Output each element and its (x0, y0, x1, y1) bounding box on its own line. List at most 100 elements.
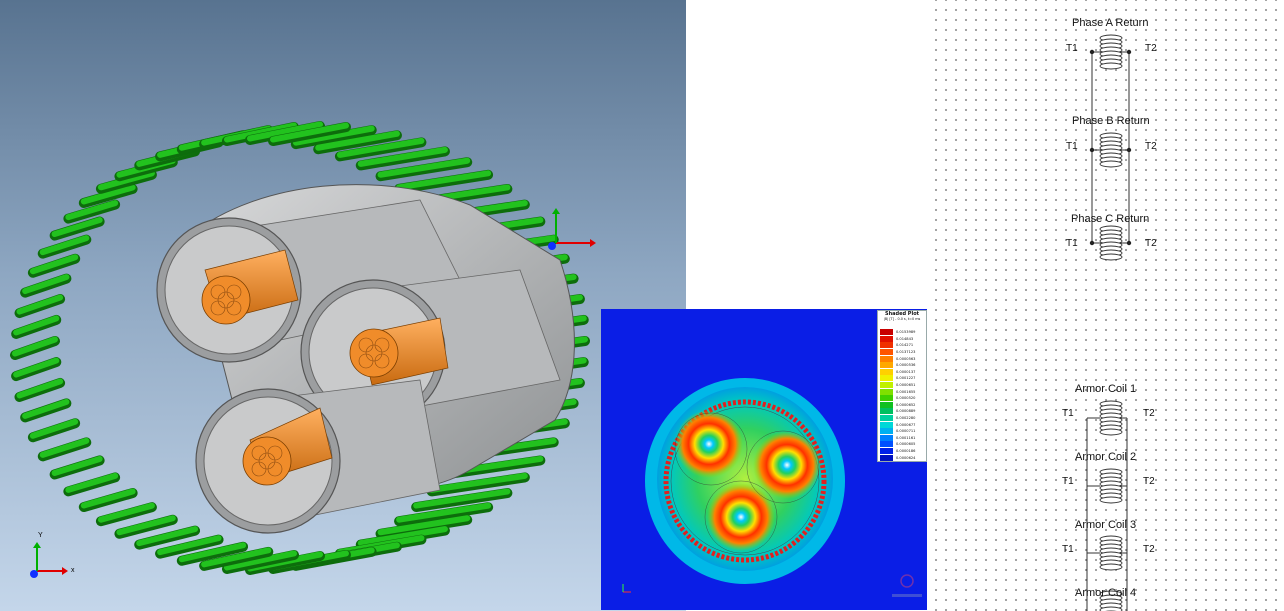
legend-swatch (880, 415, 893, 422)
legend-scale: 0.0153989 0.014843 0.014271 0.0137123 0.0000… (880, 329, 926, 461)
software-logo-icon (892, 574, 922, 597)
legend-entry: 0.0000624 (880, 454, 926, 461)
legend-entry: 0.0000186 (880, 447, 926, 455)
legend-value: 0.0000536 (896, 363, 916, 368)
armor-coil-1-t1-label: T1 (1062, 408, 1074, 419)
legend-value: 0.0000186 (896, 448, 916, 453)
legend-swatch (880, 408, 893, 415)
legend-entry: 0.0001227 (880, 375, 926, 382)
legend-entry: 0.0000520 (880, 395, 926, 402)
legend-swatch (880, 447, 893, 454)
field-shaded-plot[interactable]: Shaded Plot |B| [T] - 0.0 s, t=0 ms 0.01… (601, 309, 927, 610)
coil-turn (1099, 606, 1123, 611)
coil-turn (1099, 563, 1123, 571)
legend-swatch (880, 355, 893, 362)
legend-entry: 0.014843 (880, 335, 926, 343)
legend-entry: 0.0153989 (880, 329, 926, 336)
legend-swatch (880, 388, 893, 395)
coil-turn (1099, 62, 1123, 70)
legend-value: 0.0001655 (896, 389, 916, 394)
legend-swatch (880, 428, 893, 435)
legend-swatch (880, 362, 893, 369)
legend-value: 0.0000651 (896, 383, 916, 388)
plot-triad-icon (622, 584, 631, 593)
legend-value: 0.0000624 (896, 455, 916, 460)
axis-triad-icon (30, 542, 68, 578)
phase-a-return-label: Phase A Return (1072, 17, 1149, 29)
coil-icon[interactable] (1099, 400, 1123, 436)
legend-entry: 0.0000536 (880, 362, 926, 369)
legend-entry: 0.0000605 (880, 441, 926, 448)
legend-entry: 0.0000889 (880, 408, 926, 415)
legend-value: 0.0000652 (896, 402, 916, 407)
legend-value: 0.0000711 (896, 429, 916, 434)
armor-coil-2-t1-label: T1 (1062, 476, 1074, 487)
armor-coil-3-label: Armor Coil 3 (1075, 519, 1137, 531)
armor-coil-1-label: Armor Coil 1 (1075, 383, 1137, 395)
phase-a-t2-label: T2 (1145, 43, 1157, 54)
coil-icon[interactable] (1099, 468, 1123, 504)
legend-swatch (880, 421, 893, 428)
legend-value: 0.0000605 (896, 442, 916, 447)
coil-icon[interactable] (1099, 132, 1123, 168)
legend-swatch (880, 335, 893, 342)
legend-swatch (880, 329, 893, 336)
legend-entry: 0.0137123 (880, 349, 926, 356)
legend-entry: 0.0000651 (880, 382, 926, 389)
legend-value: 0.014843 (896, 336, 914, 341)
plot-legend: Shaded Plot |B| [T] - 0.0 s, t=0 ms 0.01… (877, 310, 927, 462)
phase-c-hotspot (707, 483, 775, 551)
legend-swatch (880, 349, 893, 356)
legend-swatch (880, 434, 893, 441)
legend-swatch (880, 441, 893, 448)
legend-swatch (880, 395, 893, 402)
legend-value: 0.0000563 (896, 356, 916, 361)
armor-coil-2-t2-label: T2 (1143, 476, 1155, 487)
legend-swatch (880, 342, 893, 349)
phase-c-t1-label: T1 (1066, 238, 1078, 249)
phase-b-t2-label: T2 (1145, 141, 1157, 152)
legend-entry: 0.0000563 (880, 355, 926, 362)
phase-b-t1-label: T1 (1066, 141, 1078, 152)
legend-value: 0.0137123 (896, 350, 916, 355)
legend-entry: 0.0000677 (880, 421, 926, 428)
legend-value: 0.0001161 (896, 435, 916, 440)
legend-value: 0.0000677 (896, 422, 916, 427)
coil-icon[interactable] (1099, 34, 1123, 70)
axis-y-label: Y (38, 532, 43, 539)
armor-coil-2-label: Armor Coil 2 (1075, 451, 1137, 463)
legend-entry: 0.0002280 (880, 415, 926, 422)
legend-entry: 0.0000137 (880, 368, 926, 376)
phase-b-return-label: Phase B Return (1072, 115, 1150, 127)
armor-coil-3-t1-label: T1 (1062, 544, 1074, 555)
legend-swatch (880, 401, 893, 408)
legend-value: 0.0153989 (896, 330, 916, 335)
coil-turn (1099, 160, 1123, 168)
coil-turn (1099, 428, 1123, 436)
legend-entry: 0.0000652 (880, 401, 926, 409)
cable-3d-viewport[interactable]: Y x (0, 0, 686, 611)
legend-swatch (880, 368, 893, 375)
coil-turn (1099, 253, 1123, 261)
phase-a-t1-label: T1 (1066, 43, 1078, 54)
phase-c-return-label: Phase C Return (1071, 213, 1150, 225)
legend-entry: 0.0001161 (880, 434, 926, 442)
legend-value: 0.0002280 (896, 416, 916, 421)
coil-icon[interactable] (1099, 225, 1123, 261)
armor-coil-1-t2-label: T2 (1143, 408, 1155, 419)
legend-value: 0.0000520 (896, 396, 916, 401)
armor-coil-3-t2-label: T2 (1143, 544, 1155, 555)
legend-swatch (880, 454, 893, 461)
circuit-schematic[interactable]: Phase A Return T1 T2 Phase B Return T1 T… (927, 0, 1284, 611)
armor-coil-4-label: Armor Coil 4 (1075, 587, 1137, 599)
model-triad-icon (548, 208, 596, 250)
legend-value: 0.0000137 (896, 369, 916, 374)
axis-x-label: x (71, 567, 75, 574)
legend-subtitle: |B| [T] - 0.0 s, t=0 ms (883, 317, 921, 321)
phase-tube-c[interactable] (195, 379, 441, 534)
legend-value: 0.0000889 (896, 409, 916, 414)
coil-icon[interactable] (1099, 535, 1123, 571)
phase-c-t2-label: T2 (1145, 238, 1157, 249)
legend-value: 0.0001227 (896, 376, 916, 381)
legend-entry: 0.0001655 (880, 388, 926, 395)
